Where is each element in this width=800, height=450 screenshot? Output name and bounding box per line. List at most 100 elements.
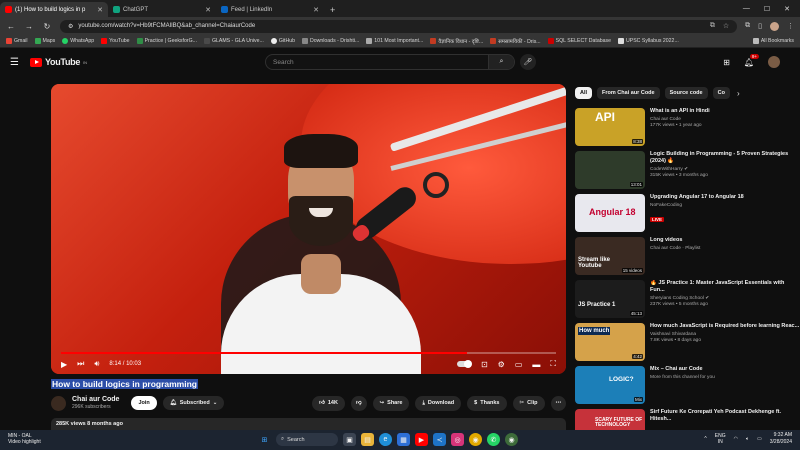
instagram-icon[interactable]: ◎ bbox=[451, 433, 464, 446]
video-thumbnail[interactable]: How much 4:42 bbox=[575, 323, 645, 361]
chrome-icon[interactable]: ◉ bbox=[469, 433, 482, 446]
like-button[interactable]: 👍︎ 14K bbox=[312, 395, 345, 411]
list-item[interactable]: API 8:38 What is an API in Hindi Chai au… bbox=[575, 108, 800, 151]
playlist-thumbnail[interactable]: Stream like Youtube 15 videos bbox=[575, 237, 645, 275]
rec-title[interactable]: What is an API in Hindi bbox=[650, 108, 800, 115]
taskbar-search[interactable]: ⌕ Search bbox=[276, 433, 338, 446]
search-icon[interactable]: ⌕ bbox=[488, 55, 514, 69]
back-icon[interactable]: ← bbox=[6, 22, 16, 31]
description-box[interactable]: 285K views 8 months ago bbox=[51, 418, 566, 430]
list-item[interactable]: JS Practice 1 45:13 🔥 JS Practice 1: Mas… bbox=[575, 280, 800, 323]
next-icon[interactable]: ⏭ bbox=[77, 359, 84, 369]
chip-all[interactable]: All bbox=[575, 87, 593, 99]
video-thumbnail[interactable]: API 8:38 bbox=[575, 108, 645, 146]
new-tab-icon[interactable]: + bbox=[324, 5, 341, 17]
volume-icon[interactable]: 🔊︎ bbox=[94, 359, 99, 369]
bookmark-item[interactable]: समसामयिकी - Dris... bbox=[490, 37, 541, 45]
close-tab-icon[interactable]: ✕ bbox=[97, 6, 103, 14]
chevron-right-icon[interactable]: › bbox=[735, 89, 740, 98]
hamburger-menu-icon[interactable]: ☰ bbox=[10, 57, 19, 68]
rec-title[interactable]: Logic Building in Programming - 5 Proven… bbox=[650, 151, 800, 165]
battery-icon[interactable]: ▭ bbox=[757, 436, 762, 442]
youtube-logo[interactable]: YouTube IN bbox=[30, 57, 87, 67]
minimize-icon[interactable]: — bbox=[743, 5, 750, 13]
list-item[interactable]: SCARY FUTURE OF TECHNOLOGY Sirf Future K… bbox=[575, 409, 800, 431]
theater-mode-icon[interactable]: ▬ bbox=[532, 360, 540, 369]
rec-title[interactable]: Upgrading Angular 17 to Angular 18 bbox=[650, 194, 800, 201]
list-item[interactable]: LOGIC? Mix Mix – Chai aur Code More from… bbox=[575, 366, 800, 409]
tab-youtube[interactable]: (1) How to build logics in p ✕ bbox=[0, 2, 108, 17]
bookmark-item[interactable]: UPSC Syllabus 2022... bbox=[618, 38, 679, 44]
dislike-button[interactable]: 👎︎ bbox=[350, 395, 367, 411]
close-tab-icon[interactable]: ✕ bbox=[205, 6, 211, 14]
bookmark-item[interactable]: वैज्ञानिक विधान - दृष्टि... bbox=[430, 37, 483, 45]
rec-title[interactable]: How much JavaScript is Required before l… bbox=[650, 323, 800, 330]
store-icon[interactable]: ▦ bbox=[397, 433, 410, 446]
rec-title[interactable]: Long videos bbox=[650, 237, 800, 244]
video-thumbnail[interactable]: Angular 18 bbox=[575, 194, 645, 232]
list-item[interactable]: 13:01 Logic Building in Programming - 5 … bbox=[575, 151, 800, 194]
subscribed-button[interactable]: 🔔︎ Subscribed ⌄ bbox=[162, 396, 225, 410]
channel-name[interactable]: Chai aur Code bbox=[72, 396, 119, 403]
vscode-icon[interactable]: ≺ bbox=[433, 433, 446, 446]
bookmark-item[interactable]: Practice | GeeksforG... bbox=[136, 38, 197, 44]
notifications-bell-icon[interactable]: 🔔︎ 9+ bbox=[744, 53, 759, 67]
chip-from-channel[interactable]: From Chai aur Code bbox=[597, 87, 660, 99]
join-button[interactable]: Join bbox=[131, 396, 157, 410]
chip-source-code[interactable]: Source code bbox=[664, 87, 708, 99]
thanks-button[interactable]: $ Thanks bbox=[467, 395, 507, 411]
captions-icon[interactable]: ⊡ bbox=[481, 360, 488, 369]
bookmark-item[interactable]: Gmail bbox=[6, 38, 28, 44]
share-button[interactable]: ↪ Share bbox=[372, 395, 410, 411]
rec-title[interactable]: 🔥 JS Practice 1: Master JavaScript Essen… bbox=[650, 280, 800, 294]
mix-thumbnail[interactable]: LOGIC? Mix bbox=[575, 366, 645, 404]
close-window-icon[interactable]: ✕ bbox=[784, 5, 790, 13]
language-indicator[interactable]: ENG IN bbox=[715, 433, 726, 445]
autoplay-toggle[interactable] bbox=[456, 360, 472, 368]
speaker-icon[interactable]: 🔈︎ bbox=[746, 436, 749, 442]
youtube-app-icon[interactable]: ▶ bbox=[415, 433, 428, 446]
bookmark-item[interactable]: GLAMS - GLA Unive... bbox=[203, 38, 264, 44]
edge-icon[interactable]: e bbox=[379, 433, 392, 446]
all-bookmarks[interactable]: All Bookmarks bbox=[752, 38, 794, 44]
open-in-icon[interactable]: ⧉ bbox=[710, 22, 715, 30]
url-text[interactable]: youtube.com/watch?v=Hb9tFCMAIlBQ&ab_chan… bbox=[78, 23, 255, 29]
bookmark-item[interactable]: SQL SELECT Database bbox=[547, 38, 611, 44]
omnibox[interactable]: ⚙ youtube.com/watch?v=Hb9tFCMAIlBQ&ab_ch… bbox=[60, 19, 738, 33]
settings-gear-icon[interactable]: ⚙ bbox=[498, 360, 505, 369]
clock[interactable]: 9:32 AM 3/28/2024 bbox=[770, 432, 792, 446]
miniplayer-icon[interactable]: ▭ bbox=[515, 360, 523, 369]
menu-kebab-icon[interactable]: ⋮ bbox=[787, 22, 794, 30]
rec-title[interactable]: Sirf Future Ke Crorepati Yeh Podcast Dek… bbox=[650, 409, 800, 423]
video-thumbnail[interactable]: JS Practice 1 45:13 bbox=[575, 280, 645, 318]
bookmark-item[interactable]: YouTube bbox=[101, 38, 130, 44]
maximize-icon[interactable]: ☐ bbox=[764, 5, 770, 13]
file-explorer-icon[interactable]: ▤ bbox=[361, 433, 374, 446]
voice-search-icon[interactable]: 🎤︎ bbox=[520, 54, 536, 70]
chrome-active-icon[interactable]: ◉ bbox=[505, 433, 518, 446]
search-input[interactable] bbox=[266, 58, 488, 66]
list-item[interactable]: Stream like Youtube 15 videos Long video… bbox=[575, 237, 800, 280]
video-thumbnail[interactable]: 13:01 bbox=[575, 151, 645, 189]
bookmark-star-icon[interactable]: ☆ bbox=[723, 22, 729, 30]
windows-start-icon[interactable]: ⊞ bbox=[258, 433, 271, 446]
reload-icon[interactable]: ↻ bbox=[42, 22, 52, 31]
whatsapp-icon[interactable]: ✆ bbox=[487, 433, 500, 446]
list-item[interactable]: How much 4:42 How much JavaScript is Req… bbox=[575, 323, 800, 366]
profile-avatar[interactable] bbox=[770, 21, 779, 31]
task-view-icon[interactable]: ▣ bbox=[343, 433, 356, 446]
forward-icon[interactable]: → bbox=[24, 22, 34, 31]
bookmark-item[interactable]: Maps bbox=[34, 38, 55, 44]
tab-chatgpt[interactable]: ChatGPT ✕ bbox=[108, 2, 216, 17]
bookmark-item[interactable]: GitHub bbox=[270, 38, 295, 44]
extensions-icon[interactable]: ⧉ bbox=[745, 22, 750, 30]
account-avatar[interactable] bbox=[768, 56, 780, 68]
bookmark-item[interactable]: WhatsApp bbox=[62, 38, 94, 44]
create-video-icon[interactable]: ⊞ bbox=[723, 58, 730, 67]
weather-widget[interactable]: MIN - OAL Video highlight bbox=[8, 433, 41, 445]
wifi-icon[interactable]: ◠ bbox=[734, 436, 738, 442]
video-thumbnail[interactable]: SCARY FUTURE OF TECHNOLOGY bbox=[575, 409, 645, 431]
tab-linkedin[interactable]: Feed | LinkedIn ✕ bbox=[216, 2, 324, 17]
clip-button[interactable]: ✂ Clip bbox=[512, 395, 545, 411]
list-item[interactable]: Angular 18 Upgrading Angular 17 to Angul… bbox=[575, 194, 800, 237]
